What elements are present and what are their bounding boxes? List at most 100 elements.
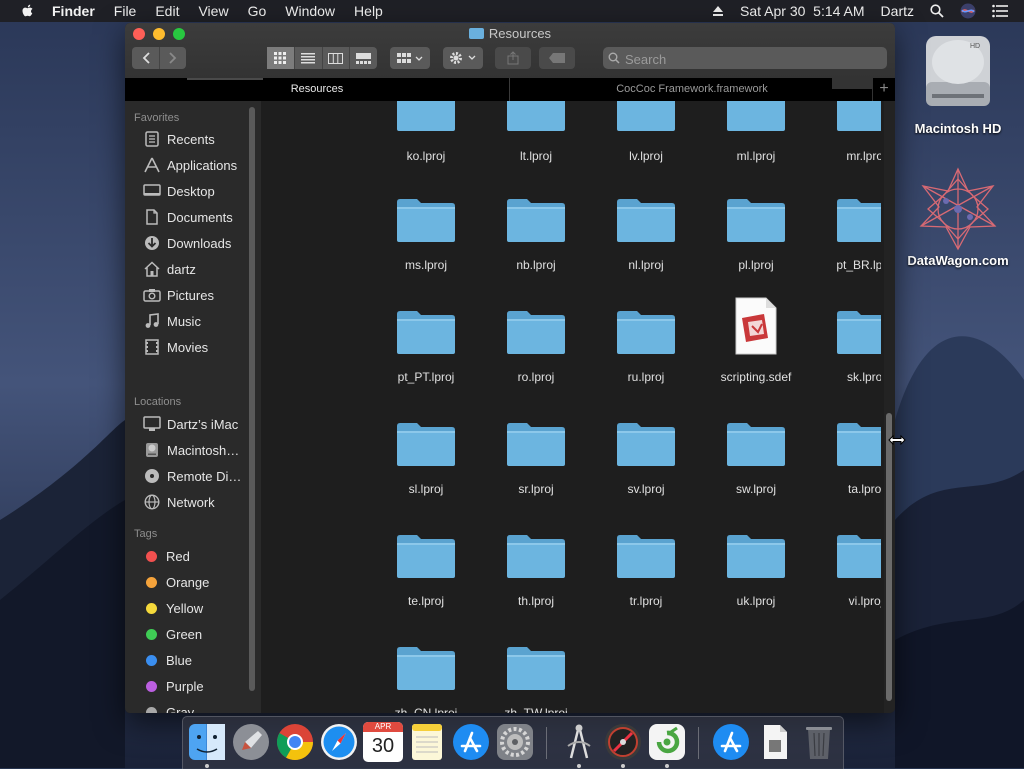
app-store-folder-icon[interactable]: [711, 722, 751, 762]
folder-icon: [505, 532, 567, 585]
eject-icon[interactable]: [712, 5, 724, 17]
tab-resources[interactable]: Resources: [125, 78, 510, 101]
new-tab-button[interactable]: +: [872, 78, 895, 101]
sidebar-item-documents[interactable]: Documents: [143, 207, 233, 227]
grid-icon: [274, 52, 287, 64]
back-forward-control: [132, 47, 186, 69]
calendar-month: APR: [363, 722, 403, 732]
spotlight-icon[interactable]: [930, 4, 944, 18]
group-button[interactable]: [390, 47, 430, 69]
sidebar-item-applications[interactable]: Applications: [143, 155, 237, 175]
item-label: ko.lproj: [406, 149, 446, 163]
gallery-view-button[interactable]: [350, 47, 377, 69]
sidebar-tag-purple[interactable]: Purple: [143, 676, 204, 696]
sidebar-item-movies[interactable]: Movies: [143, 337, 208, 357]
finder-icon[interactable]: [187, 722, 227, 762]
menu-finder[interactable]: Finder: [52, 3, 95, 19]
folder-icon: [505, 644, 567, 697]
sidebar-section-locations: Locations: [134, 396, 182, 408]
sidebar-item-label: Yellow: [166, 600, 204, 616]
menu-file[interactable]: File: [114, 3, 137, 19]
sidebar-item-macintosh-hd[interactable]: Macintosh…: [143, 440, 239, 460]
menu-window[interactable]: Window: [285, 3, 335, 19]
menu-view[interactable]: View: [198, 3, 228, 19]
desktop-icon-datawagon[interactable]: DataWagon.com: [898, 166, 1018, 268]
tab-coccoc-framework[interactable]: CocCoc Framework.framework: [510, 78, 874, 101]
sidebar: Favorites Recents Applications Desktop D…: [125, 101, 261, 713]
sidebar-item-label: Purple: [166, 678, 204, 694]
folder-icon: [395, 196, 457, 249]
menu-edit[interactable]: Edit: [155, 3, 179, 19]
sidebar-tag-blue[interactable]: Blue: [143, 650, 192, 670]
icon-view-button[interactable]: [267, 47, 295, 69]
item-label: sk.lproj: [846, 370, 881, 384]
scrollbar-thumb[interactable]: [886, 413, 892, 701]
sidebar-item-remote-disc[interactable]: Remote Di…: [143, 466, 241, 486]
action-button[interactable]: [443, 47, 483, 69]
calendar-icon[interactable]: APR 30: [363, 722, 403, 762]
cd-icon: [143, 468, 161, 484]
app-store-icon[interactable]: [451, 722, 491, 762]
app-icon-1[interactable]: [559, 722, 599, 762]
item-label: th.lproj: [517, 594, 555, 608]
globe-icon: [143, 494, 161, 510]
item-label: ml.lproj: [736, 149, 776, 163]
siri-icon[interactable]: [960, 3, 976, 19]
view-switcher: [267, 47, 377, 69]
search-field[interactable]: [603, 47, 887, 71]
datawagon-logo-icon: [919, 167, 997, 251]
clock[interactable]: Sat Apr 30 5:14 AM: [740, 3, 865, 19]
back-button[interactable]: [133, 47, 160, 69]
sidebar-item-label: Recents: [167, 131, 215, 147]
sidebar-item-recents[interactable]: Recents: [143, 129, 215, 149]
sidebar-item-desktop[interactable]: Desktop: [143, 181, 215, 201]
list-icon: [301, 52, 316, 63]
resize-cursor-icon: [888, 434, 906, 446]
share-button[interactable]: [495, 47, 531, 69]
downloads-icon: [143, 235, 161, 251]
sidebar-item-home[interactable]: dartz: [143, 259, 196, 279]
column-view-button[interactable]: [323, 47, 351, 69]
content-scrollbar[interactable]: [884, 101, 895, 713]
sidebar-tag-orange[interactable]: Orange: [143, 572, 209, 592]
tab-bar: Resources CocCoc Framework.framework +: [125, 78, 895, 101]
safari-icon[interactable]: [319, 722, 359, 762]
dock-separator: [698, 727, 699, 759]
tag-button[interactable]: [539, 47, 575, 69]
tag-icon: [549, 53, 565, 63]
sidebar-tag-yellow[interactable]: Yellow: [143, 598, 203, 618]
sidebar-item-imac[interactable]: Dartz’s iMac: [143, 414, 238, 434]
menu-user[interactable]: Dartz: [881, 3, 914, 19]
window-title-text: Resources: [488, 26, 552, 41]
menu-go[interactable]: Go: [248, 3, 267, 19]
app-icon-3[interactable]: [647, 722, 687, 762]
gallery-icon: [356, 52, 372, 64]
sidebar-tag-red[interactable]: Red: [143, 546, 190, 566]
sidebar-item-music[interactable]: Music: [143, 311, 201, 331]
item-label: ms.lproj: [404, 258, 447, 272]
trash-icon[interactable]: [799, 722, 839, 762]
apple-menu-icon[interactable]: [20, 3, 36, 19]
desktop-icon-macintosh-hd[interactable]: HD Macintosh HD: [898, 32, 1018, 136]
sidebar-scrollbar[interactable]: [249, 107, 255, 691]
item-label: pt_BR.lproj: [836, 258, 881, 272]
system-preferences-icon[interactable]: [495, 722, 535, 762]
menu-help[interactable]: Help: [354, 3, 383, 19]
sidebar-tag-green[interactable]: Green: [143, 624, 202, 644]
notes-icon[interactable]: [407, 722, 447, 762]
launchpad-icon[interactable]: [231, 722, 271, 762]
item-label: ru.lproj: [627, 370, 665, 384]
chrome-icon[interactable]: [275, 722, 315, 762]
list-view-button[interactable]: [295, 47, 323, 69]
running-indicator: [665, 764, 669, 768]
search-input[interactable]: [623, 47, 882, 71]
forward-button[interactable]: [160, 47, 186, 69]
folder-icon: [835, 532, 881, 585]
notification-center-icon[interactable]: [992, 4, 1008, 18]
sidebar-item-network[interactable]: Network: [143, 492, 215, 512]
document-icon[interactable]: [755, 722, 795, 762]
sidebar-tag-gray[interactable]: Gray: [143, 702, 194, 713]
app-icon-2[interactable]: [603, 722, 643, 762]
sidebar-item-pictures[interactable]: Pictures: [143, 285, 214, 305]
sidebar-item-downloads[interactable]: Downloads: [143, 233, 231, 253]
